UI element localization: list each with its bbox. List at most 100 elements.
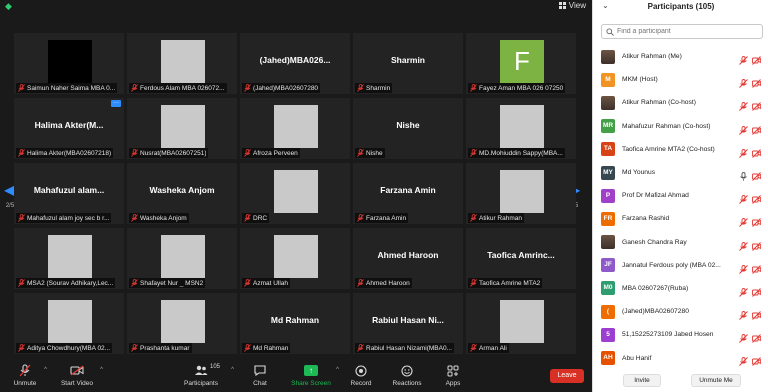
panel-footer: Invite Unmute Me bbox=[593, 370, 768, 392]
tile-label-text: Rabiul Hasan Nizami(MBA0... bbox=[366, 344, 452, 352]
participant-row[interactable]: M MKM (Host) bbox=[593, 68, 768, 91]
participant-row[interactable]: MY Md Younus bbox=[593, 161, 768, 184]
participant-row[interactable]: Ganesh Chandra Ray bbox=[593, 231, 768, 254]
tile-label-text: Saimun Naher Saima MBA 0... bbox=[27, 84, 116, 92]
mic-muted-icon bbox=[357, 149, 364, 157]
mic-muted-icon bbox=[131, 149, 138, 157]
tile-name-label: Atikur Rahman bbox=[468, 213, 524, 223]
chat-bubble-icon bbox=[253, 364, 267, 377]
participant-row[interactable]: Atikur Rahman (Me) bbox=[593, 45, 768, 68]
participant-search[interactable] bbox=[601, 24, 763, 39]
video-tile[interactable]: MD.Mohiuddin Sappy(MBA... bbox=[466, 98, 576, 159]
participant-name: Jannatul Ferdous poly (MBA 02... bbox=[622, 261, 721, 269]
video-tile[interactable]: Md Rahman Md Rahman bbox=[240, 293, 350, 354]
unmute-me-button[interactable]: Unmute Me bbox=[691, 374, 741, 387]
video-tile[interactable]: (Jahed)MBA026... (Jahed)MBA02607280 bbox=[240, 33, 350, 94]
participant-row[interactable]: P Prof Dr Mafizal Ahmad bbox=[593, 184, 768, 207]
search-input[interactable] bbox=[617, 28, 757, 35]
tile-name-label: Sharmin bbox=[355, 83, 393, 93]
video-tile[interactable]: MSA2 (Sourav Adhikary,Lec... bbox=[14, 228, 124, 289]
participant-name: Taofica Amrine MTA2 (Co-host) bbox=[622, 145, 715, 153]
tile-name-label: Mahafuzul alam joy sec b r... bbox=[16, 213, 112, 223]
video-tile[interactable]: Nusrat(MBA02607251) bbox=[127, 98, 237, 159]
video-tile[interactable]: Sharmin Sharmin bbox=[353, 33, 463, 94]
participant-display-name: Rabiul Hasan Ni... bbox=[372, 315, 444, 325]
tile-name-label: (Jahed)MBA02607280 bbox=[242, 83, 321, 93]
chat-button[interactable]: Chat bbox=[250, 364, 270, 391]
participant-display-name: Halima Akter(M... bbox=[34, 120, 104, 130]
participant-row[interactable]: AH Abu Hanif bbox=[593, 346, 768, 369]
video-tile[interactable]: Shafayet Nur _ MSN2 bbox=[127, 228, 237, 289]
video-tile[interactable]: Arman Ali bbox=[466, 293, 576, 354]
participant-row[interactable]: TA Taofica Amrine MTA2 (Co-host) bbox=[593, 138, 768, 161]
video-tile[interactable]: Prashanta kumar bbox=[127, 293, 237, 354]
tile-label-text: Afroza Perveen bbox=[253, 149, 298, 157]
participant-display-name: Taofica Amrinc... bbox=[487, 250, 555, 260]
participant-display-name: Farzana Amin bbox=[380, 185, 436, 195]
unmute-button[interactable]: Unmute ^ bbox=[10, 364, 47, 391]
participant-name: MBA 02607267(Ruba) bbox=[622, 284, 689, 292]
mic-muted-icon bbox=[18, 149, 25, 157]
video-tile[interactable]: Azmat Ullah bbox=[240, 228, 350, 289]
share-screen-button[interactable]: ↑ Share Screen ^ bbox=[290, 364, 339, 391]
tile-name-label: Farzana Amin bbox=[355, 213, 409, 223]
participant-name: Abu Hanif bbox=[622, 354, 652, 362]
tile-name-label: Taofica Amrine MTA2 bbox=[468, 278, 543, 288]
participant-row[interactable]: M0 MBA 02607267(Ruba) bbox=[593, 277, 768, 300]
caret-up-icon[interactable]: ^ bbox=[44, 367, 47, 373]
view-button[interactable]: View bbox=[558, 0, 586, 11]
invite-button[interactable]: Invite bbox=[623, 374, 661, 387]
mic-muted-icon bbox=[470, 149, 477, 157]
video-tile[interactable]: Atikur Rahman bbox=[466, 163, 576, 224]
tile-label-text: (Jahed)MBA02607280 bbox=[253, 84, 319, 92]
participant-avatar: F bbox=[500, 40, 544, 83]
participant-row[interactable]: Atikur Rahman (Co-host) bbox=[593, 91, 768, 114]
participant-video-feed bbox=[48, 300, 92, 343]
video-tile[interactable]: Halima Akter(M... ··· Halima Akter(MBA0260… bbox=[14, 98, 124, 159]
video-tile[interactable]: Ferdous Alam MBA 026072... bbox=[127, 33, 237, 94]
video-tile[interactable]: Ahmed Haroon Ahmed Haroon bbox=[353, 228, 463, 289]
mic-muted-icon bbox=[131, 214, 138, 222]
video-tile[interactable]: Taofica Amrinc... Taofica Amrine MTA2 bbox=[466, 228, 576, 289]
video-tile[interactable]: Saimun Naher Saima MBA 0... bbox=[14, 33, 124, 94]
video-tile[interactable]: Aditya Chowdhury(MBA 02... bbox=[14, 293, 124, 354]
apps-label: Apps bbox=[445, 380, 461, 387]
mic-muted-icon bbox=[739, 353, 748, 371]
video-tile[interactable]: F Fayez Aman MBA 026 07250 bbox=[466, 33, 576, 94]
video-tile[interactable]: Farzana Amin Farzana Amin bbox=[353, 163, 463, 224]
participant-row[interactable]: FR Farzana Rashid bbox=[593, 207, 768, 230]
participant-video-feed bbox=[48, 235, 92, 278]
meeting-topbar: ◆ View bbox=[0, 0, 592, 12]
participant-avatar bbox=[601, 95, 615, 110]
more-options-button[interactable]: ··· bbox=[111, 100, 121, 107]
mic-muted-icon bbox=[244, 279, 251, 287]
tile-name-label: Afroza Perveen bbox=[242, 148, 300, 158]
video-tile[interactable]: Rabiul Hasan Ni... Rabiul Hasan Nizami(MB… bbox=[353, 293, 463, 354]
caret-up-icon[interactable]: ^ bbox=[336, 367, 339, 373]
video-tile[interactable]: Nishe Nishe bbox=[353, 98, 463, 159]
participant-avatar: TA bbox=[601, 142, 615, 157]
participant-row[interactable]: MR Mahafuzur Rahman (Co-host) bbox=[593, 115, 768, 138]
participant-video-feed bbox=[274, 170, 318, 213]
reactions-button[interactable]: Reactions bbox=[392, 364, 422, 391]
start-video-button[interactable]: Start Video ^ bbox=[58, 364, 103, 391]
leave-button[interactable]: Leave bbox=[550, 369, 584, 383]
caret-up-icon[interactable]: ^ bbox=[231, 367, 234, 373]
participant-row[interactable]: JF Jannatul Ferdous poly (MBA 02... bbox=[593, 254, 768, 277]
participant-row[interactable]: ((Jahed)MBA02607280 bbox=[593, 300, 768, 323]
participant-row[interactable]: 5 51,15225273109 Jabed Hosen bbox=[593, 323, 768, 346]
video-tile[interactable]: Washeka Anjom Washeka Anjom bbox=[127, 163, 237, 224]
smiley-icon bbox=[400, 364, 414, 377]
participant-avatar: M0 bbox=[601, 281, 615, 296]
tile-name-label: Ahmed Haroon bbox=[355, 278, 412, 288]
apps-button[interactable]: Apps bbox=[444, 364, 462, 391]
video-tile[interactable]: Mahafuzul alam... Mahafuzul alam joy sec … bbox=[14, 163, 124, 224]
caret-up-icon[interactable]: ^ bbox=[100, 367, 103, 373]
participant-video-feed bbox=[161, 235, 205, 278]
video-tile[interactable]: DRC bbox=[240, 163, 350, 224]
participant-name: Prof Dr Mafizal Ahmad bbox=[622, 192, 689, 200]
participants-button[interactable]: 105 Participants ^ bbox=[182, 364, 234, 391]
video-tile[interactable]: Afroza Perveen bbox=[240, 98, 350, 159]
security-shield-icon[interactable]: ◆ bbox=[5, 1, 14, 11]
record-button[interactable]: Record bbox=[350, 364, 372, 391]
